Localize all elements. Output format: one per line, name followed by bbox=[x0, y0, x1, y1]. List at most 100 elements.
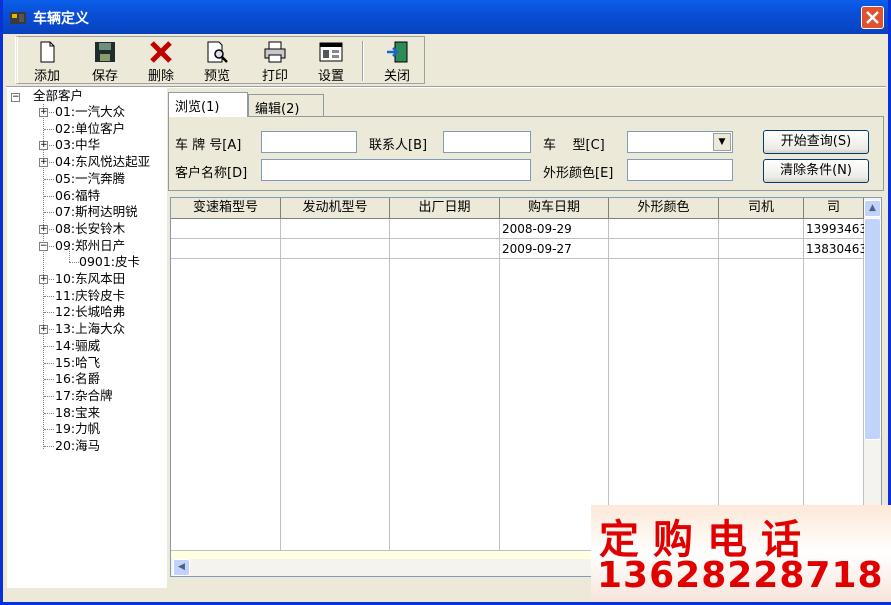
tree-item[interactable]: 09:郑州日产 bbox=[55, 238, 125, 254]
table-cell[interactable] bbox=[719, 219, 804, 239]
preview-button[interactable]: 预览 bbox=[192, 39, 242, 84]
tree-item[interactable]: 19:力帆 bbox=[55, 421, 100, 437]
tree-expand-toggle[interactable]: + bbox=[39, 325, 48, 335]
tree-connector bbox=[69, 246, 70, 263]
tree-connector bbox=[44, 312, 54, 314]
tree-expand-toggle[interactable]: + bbox=[39, 224, 48, 234]
contact-input[interactable] bbox=[443, 131, 531, 153]
tree-item[interactable]: 07:斯柯达明锐 bbox=[55, 204, 138, 220]
tree-collapse-toggle[interactable]: − bbox=[39, 241, 48, 251]
printer-icon bbox=[264, 41, 286, 63]
tree-connector bbox=[44, 195, 54, 197]
print-button[interactable]: 打印 bbox=[250, 39, 300, 84]
table-cell[interactable] bbox=[390, 219, 500, 239]
table-cell[interactable] bbox=[171, 219, 281, 239]
scroll-up-icon[interactable]: ▲ bbox=[864, 200, 881, 217]
chevron-down-icon[interactable]: ▼ bbox=[713, 133, 731, 151]
tree-item[interactable]: 20:海马 bbox=[55, 438, 100, 454]
save-disk-icon bbox=[95, 42, 115, 62]
tree-item[interactable]: 17:杂合牌 bbox=[55, 388, 113, 404]
tree-item[interactable]: 14:骊威 bbox=[55, 338, 100, 354]
customer-name-input[interactable] bbox=[261, 159, 531, 181]
order-phone-banner: 定购电话 13628228718 bbox=[591, 505, 891, 602]
vehicle-definition-window: 车辆定义 添加 保存 删除 预览 打印 设置 关闭 − 全部客户 01:一汽大众… bbox=[0, 0, 891, 605]
tree-item[interactable]: 10:东风本田 bbox=[55, 271, 125, 287]
tree-connector bbox=[44, 379, 54, 381]
tree-item[interactable]: 08:长安铃木 bbox=[55, 221, 125, 237]
exit-door-icon bbox=[387, 41, 408, 63]
customer-name-label: 客户名称[D] bbox=[175, 166, 248, 181]
table-row[interactable]: 2009-09-27 13830463 bbox=[171, 239, 864, 259]
tree-connector bbox=[44, 178, 54, 180]
tree-item[interactable]: 12:长城哈弗 bbox=[55, 304, 125, 320]
app-icon bbox=[10, 12, 26, 24]
scroll-left-icon[interactable]: ◀ bbox=[173, 559, 190, 576]
column-header[interactable]: 司机 bbox=[719, 198, 804, 219]
table-cell[interactable] bbox=[609, 219, 719, 239]
table-cell[interactable] bbox=[171, 239, 281, 259]
filter-panel: 车 牌 号[A] 联系人[B] 车 型[C] ▼ 开始查询(S) 客户名称[D]… bbox=[168, 116, 884, 191]
tree-expand-toggle[interactable]: + bbox=[39, 158, 48, 168]
tree-expand-toggle[interactable]: + bbox=[39, 108, 48, 117]
tree-item[interactable]: 04:东风悦达起亚 bbox=[55, 154, 150, 170]
clear-conditions-button[interactable]: 清除条件(N) bbox=[763, 159, 869, 183]
table-cell[interactable] bbox=[281, 219, 390, 239]
table-cell[interactable] bbox=[719, 239, 804, 259]
delete-button[interactable]: 删除 bbox=[136, 39, 186, 84]
model-select[interactable]: ▼ bbox=[627, 131, 733, 153]
column-divider bbox=[171, 219, 281, 571]
table-cell[interactable] bbox=[390, 239, 500, 259]
table-cell[interactable]: 2008-09-29 bbox=[500, 219, 609, 239]
save-button[interactable]: 保存 bbox=[80, 39, 130, 84]
new-document-icon bbox=[40, 41, 55, 63]
tree-item[interactable]: 11:庆铃皮卡 bbox=[55, 288, 125, 304]
model-label: 车 型[C] bbox=[543, 138, 605, 153]
table-row[interactable]: 2008-09-29 13993463 bbox=[171, 219, 864, 239]
table-cell[interactable] bbox=[609, 239, 719, 259]
tree-collapse-toggle[interactable]: − bbox=[11, 93, 20, 102]
column-header[interactable]: 购车日期 bbox=[500, 198, 609, 219]
column-header[interactable]: 变速箱型号 bbox=[171, 198, 281, 219]
window-title: 车辆定义 bbox=[33, 11, 89, 27]
tree-connector bbox=[44, 212, 54, 214]
preview-magnifier-icon bbox=[207, 41, 228, 63]
table-cell[interactable]: 13830463 bbox=[804, 239, 864, 259]
tree-connector bbox=[44, 412, 54, 414]
tree-item[interactable]: 18:宝来 bbox=[55, 405, 100, 421]
column-header[interactable]: 外形颜色 bbox=[609, 198, 719, 219]
tree-connector bbox=[44, 128, 54, 130]
tree-item[interactable]: 03:中华 bbox=[55, 137, 100, 153]
column-header[interactable]: 司 bbox=[804, 198, 864, 219]
plate-input[interactable] bbox=[261, 131, 357, 153]
tree-root[interactable]: 全部客户 bbox=[33, 88, 83, 104]
customer-tree[interactable]: − 全部客户 01:一汽大众 +02:单位客户 03:中华 +04:东风悦达起亚 +05… bbox=[7, 88, 167, 588]
table-cell[interactable] bbox=[281, 239, 390, 259]
table-cell[interactable]: 2009-09-27 bbox=[500, 239, 609, 259]
column-header[interactable]: 出厂日期 bbox=[390, 198, 500, 219]
close-window-button[interactable] bbox=[861, 6, 884, 29]
tree-item[interactable]: 02:单位客户 bbox=[55, 121, 125, 137]
start-query-button[interactable]: 开始查询(S) bbox=[763, 130, 869, 154]
title-bar[interactable]: 车辆定义 bbox=[3, 0, 888, 34]
close-button[interactable]: 关闭 bbox=[372, 39, 422, 84]
column-header[interactable]: 发动机型号 bbox=[281, 198, 390, 219]
settings-icon bbox=[319, 42, 343, 62]
tree-item[interactable]: 15:哈飞 bbox=[55, 355, 100, 371]
tree-item[interactable]: 13:上海大众 bbox=[55, 321, 125, 337]
tab-browse[interactable]: 浏览(1) bbox=[168, 92, 248, 117]
add-button[interactable]: 添加 bbox=[22, 39, 72, 84]
tree-child-item[interactable]: 0901:皮卡 bbox=[79, 254, 140, 270]
settings-button[interactable]: 设置 bbox=[306, 39, 356, 84]
tree-expand-toggle[interactable]: + bbox=[39, 275, 48, 284]
close-icon bbox=[866, 11, 879, 24]
tree-item[interactable]: 06:福特 bbox=[55, 188, 100, 204]
tab-edit[interactable]: 编辑(2) bbox=[248, 94, 324, 117]
table-cell[interactable]: 13993463 bbox=[804, 219, 864, 239]
tree-expand-toggle[interactable]: + bbox=[39, 141, 48, 151]
tree-item[interactable]: 01:一汽大众 bbox=[55, 104, 125, 120]
tree-item[interactable]: 05:一汽奔腾 bbox=[55, 171, 125, 187]
color-input[interactable] bbox=[627, 159, 733, 181]
scroll-thumb[interactable] bbox=[864, 218, 881, 440]
column-divider bbox=[390, 219, 500, 571]
tree-item[interactable]: 16:名爵 bbox=[55, 371, 100, 387]
